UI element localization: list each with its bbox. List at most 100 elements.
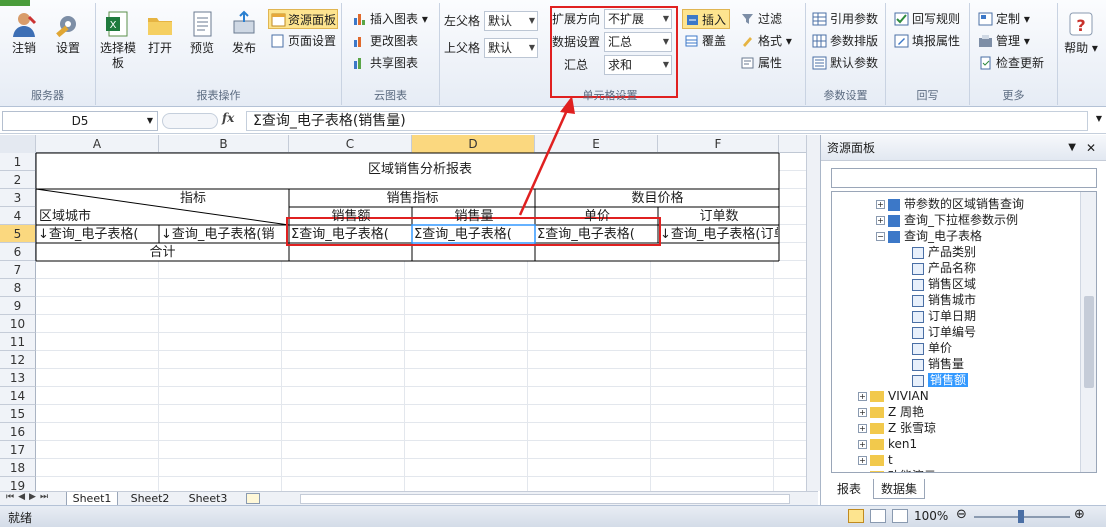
tab-report[interactable]: 报表 xyxy=(831,479,867,499)
data-setting-select[interactable]: 汇总 ▼ xyxy=(604,32,672,52)
cell-c5[interactable]: Σ查询_电子表格( xyxy=(291,226,411,243)
sales-amount-header[interactable]: 销售额 xyxy=(290,208,412,225)
sales-indicator-header[interactable]: 销售指标 xyxy=(290,190,535,207)
region-city-label[interactable]: 区域城市 xyxy=(39,208,119,225)
col-header-a[interactable]: A xyxy=(36,135,159,153)
row-header-14[interactable]: 14 xyxy=(0,387,36,405)
param-layout-button[interactable]: 参数排版 xyxy=(810,31,878,51)
tree-item[interactable]: + t xyxy=(858,452,893,468)
row-header-10[interactable]: 10 xyxy=(0,315,36,333)
tree-item[interactable]: 销售量 xyxy=(912,356,964,372)
formula-splitter[interactable] xyxy=(162,113,218,129)
row-header-16[interactable]: 16 xyxy=(0,423,36,441)
unit-price-header[interactable]: 单价 xyxy=(536,208,658,225)
share-chart-button[interactable]: 共享图表 xyxy=(350,53,418,73)
custom-button[interactable]: 定制 ▾ xyxy=(976,9,1030,29)
row-header-4[interactable]: 4 xyxy=(0,207,36,225)
summary-select[interactable]: 求和 ▼ xyxy=(604,55,672,75)
order-count-header[interactable]: 订单数 xyxy=(659,208,779,225)
property-button[interactable]: 属性 xyxy=(738,53,782,73)
writeback-rule-button[interactable]: 回写规则 xyxy=(892,9,960,29)
tree-item[interactable]: 订单编号 xyxy=(912,324,976,340)
sheet-tab-3[interactable]: Sheet3 xyxy=(182,492,234,506)
fx-icon[interactable]: fx xyxy=(222,111,234,125)
tree-item[interactable]: 单价 xyxy=(912,340,952,356)
tree-item[interactable]: 销售城市 xyxy=(912,292,976,308)
row-header-2[interactable]: 2 xyxy=(0,171,36,189)
publish-button[interactable]: 发布 xyxy=(224,9,264,56)
filter-button[interactable]: 过滤 xyxy=(738,9,782,29)
normal-view-icon[interactable] xyxy=(848,509,864,523)
expand-icon[interactable]: + xyxy=(858,424,867,433)
row-header-8[interactable]: 8 xyxy=(0,279,36,297)
expand-icon[interactable]: + xyxy=(858,408,867,417)
chevron-down-icon[interactable]: ▼ xyxy=(1096,114,1102,123)
tree-item[interactable]: + ken1 xyxy=(858,436,917,452)
vertical-scrollbar[interactable] xyxy=(806,135,820,491)
tree-item[interactable]: + Z 周艳 xyxy=(858,404,924,420)
change-chart-button[interactable]: 更改图表 xyxy=(350,31,418,51)
tree-item[interactable]: + 功能演示 xyxy=(858,468,936,473)
row-header-15[interactable]: 15 xyxy=(0,405,36,423)
tree-item[interactable]: + VIVIAN xyxy=(858,388,929,404)
horizontal-scrollbar[interactable] xyxy=(300,494,790,504)
preview-button[interactable]: 预览 xyxy=(182,9,222,56)
help-button[interactable]: ? 帮助 ▾ xyxy=(1062,9,1100,56)
expand-icon[interactable]: − xyxy=(876,232,885,241)
top-parent-select[interactable]: 默认 ▼ xyxy=(484,38,538,58)
formula-input[interactable]: Σ查询_电子表格(销售量) xyxy=(246,111,1088,131)
expand-icon[interactable]: + xyxy=(858,392,867,401)
manage-button[interactable]: 管理 ▾ xyxy=(976,31,1030,51)
tab-dataset[interactable]: 数据集 xyxy=(873,479,925,499)
tree-item[interactable]: + Z 张雪琼 xyxy=(858,420,936,436)
cell-e5[interactable]: Σ查询_电子表格( xyxy=(537,226,657,243)
count-price-header[interactable]: 数目价格 xyxy=(536,190,779,207)
sheet-nav-arrows[interactable]: ⏮◀▶⏭ xyxy=(6,492,52,502)
zoom-slider-thumb[interactable] xyxy=(1018,510,1024,523)
default-param-button[interactable]: 默认参数 xyxy=(810,53,878,73)
row-header-12[interactable]: 12 xyxy=(0,351,36,369)
expand-icon[interactable]: + xyxy=(858,440,867,449)
expand-direction-select[interactable]: 不扩展 ▼ xyxy=(604,9,672,29)
left-parent-select[interactable]: 默认 ▼ xyxy=(484,11,538,31)
tree-item[interactable]: 产品类别 xyxy=(912,244,976,260)
expand-icon[interactable]: + xyxy=(858,472,867,473)
tree-item[interactable]: 产品名称 xyxy=(912,260,976,276)
fill-property-button[interactable]: 填报属性 xyxy=(892,31,960,51)
insert-chart-button[interactable]: 插入图表 ▾ xyxy=(350,9,428,29)
tree-scrollbar[interactable] xyxy=(1080,192,1096,472)
expand-icon[interactable]: + xyxy=(858,456,867,465)
logout-button[interactable]: 注销 xyxy=(4,9,44,56)
col-header-d[interactable]: D xyxy=(412,135,535,153)
cell-a5[interactable]: ↓查询_电子表格( xyxy=(38,226,158,243)
page-break-icon[interactable] xyxy=(892,509,908,523)
new-sheet-icon[interactable] xyxy=(246,493,260,504)
tree-item[interactable]: 销售区域 xyxy=(912,276,976,292)
row-header-11[interactable]: 11 xyxy=(0,333,36,351)
sheet-tab-1[interactable]: Sheet1 xyxy=(66,492,118,506)
col-header-c[interactable]: C xyxy=(289,135,412,153)
select-template-button[interactable]: X 选择模板 xyxy=(98,9,138,71)
insert-button[interactable]: 插入 xyxy=(682,9,730,29)
indicator-label[interactable]: 指标 xyxy=(180,190,230,207)
ref-param-button[interactable]: 引用参数 xyxy=(810,9,878,29)
sheet-tab-2[interactable]: Sheet2 xyxy=(124,492,176,506)
check-update-button[interactable]: 检查更新 xyxy=(976,53,1044,73)
panel-menu-icon[interactable]: ▼ xyxy=(1068,135,1076,161)
resource-panel-button[interactable]: 资源面板 xyxy=(268,9,338,29)
open-button[interactable]: 打开 xyxy=(140,9,180,56)
row-header-6[interactable]: 6 xyxy=(0,243,36,261)
row-header-1[interactable]: 1 xyxy=(0,153,36,171)
cell-b5[interactable]: ↓查询_电子表格(销 xyxy=(161,226,288,243)
select-all-corner[interactable] xyxy=(0,135,36,153)
zoom-in-icon[interactable]: ⊕ xyxy=(1074,507,1085,522)
tree-scroll-thumb[interactable] xyxy=(1084,296,1094,388)
row-header-7[interactable]: 7 xyxy=(0,261,36,279)
page-setup-button[interactable]: 页面设置 xyxy=(268,31,336,51)
tree-item[interactable]: + 查询_下拉框参数示例 xyxy=(876,212,1018,228)
total-label[interactable]: 合计 xyxy=(36,244,289,261)
cell-f5[interactable]: ↓查询_电子表格(订单 xyxy=(660,226,778,243)
overwrite-button[interactable]: 覆盖 xyxy=(682,31,726,51)
col-header-e[interactable]: E xyxy=(535,135,658,153)
settings-button[interactable]: 设置 xyxy=(48,9,88,56)
